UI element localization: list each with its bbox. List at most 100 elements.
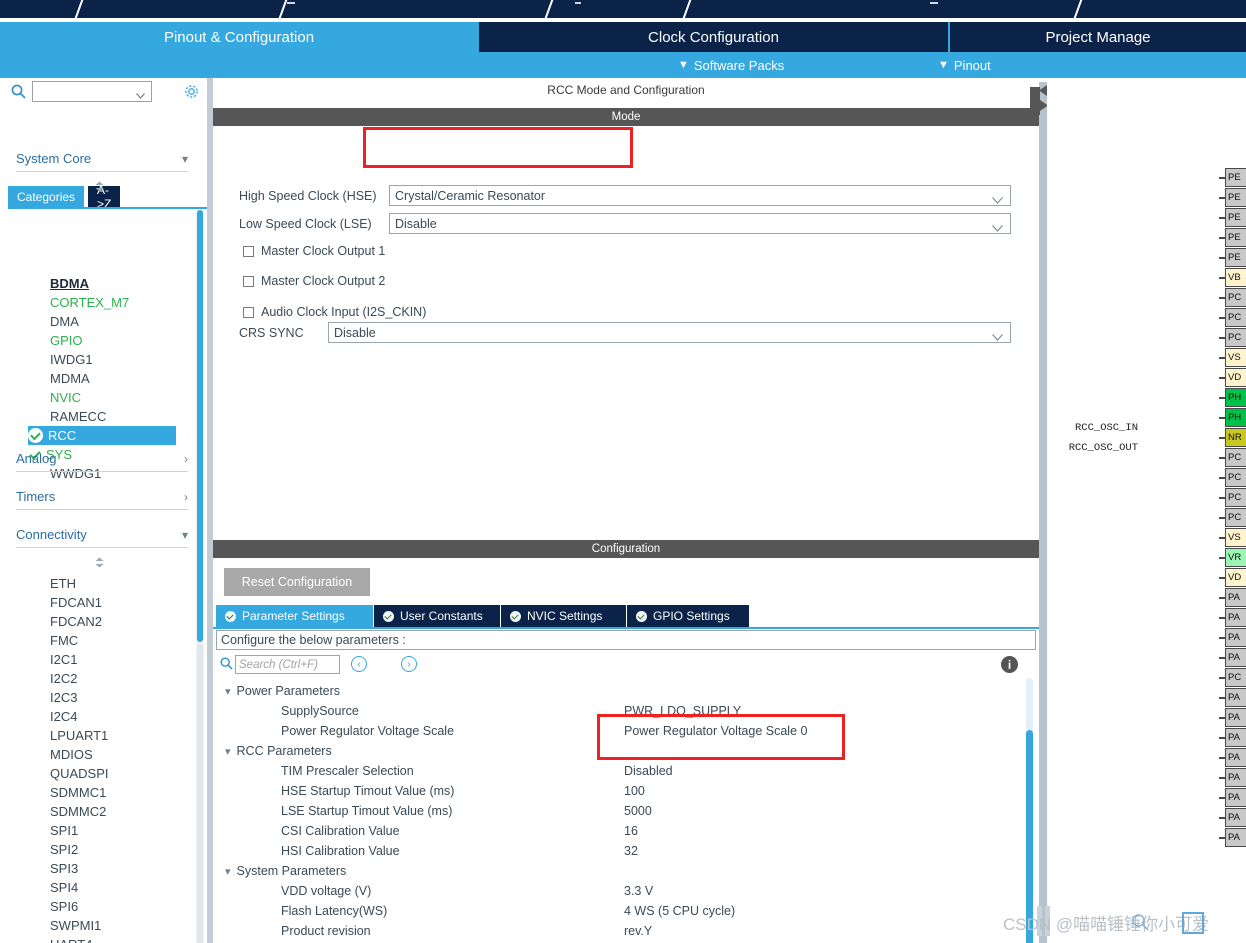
sidebar-item-iwdg1[interactable]: IWDG1: [50, 350, 93, 369]
sidebar-item-mdma[interactable]: MDMA: [50, 369, 90, 388]
tab-gpio-settings[interactable]: GPIO Settings: [627, 605, 749, 627]
tab-nvic-settings[interactable]: NVIC Settings: [501, 605, 626, 627]
lse-dropdown[interactable]: Disable: [389, 213, 1011, 234]
chip-pin[interactable]: PC: [1225, 508, 1246, 527]
sidebar-item-fdcan1[interactable]: FDCAN1: [50, 593, 102, 612]
sidebar-scrollbar-thumb-lower[interactable]: [197, 644, 203, 943]
sidebar-item-fdcan2[interactable]: FDCAN2: [50, 612, 102, 631]
sidebar-item-sdmmc2[interactable]: SDMMC2: [50, 802, 106, 821]
sidebar-item-uart4[interactable]: UART4: [50, 935, 92, 943]
chip-pinout-view[interactable]: RCC_OSC_IN RCC_OSC_OUT PE PE PE PE PE VB PC PC P…: [1047, 82, 1246, 943]
parameter-search-input[interactable]: Search (Ctrl+F): [235, 655, 340, 674]
sidebar-group-analog[interactable]: Analog ›: [16, 446, 188, 472]
hse-dropdown[interactable]: Crystal/Ceramic Resonator: [389, 185, 1011, 206]
sidebar-item-spi4[interactable]: SPI4: [50, 878, 78, 897]
chip-pin[interactable]: PA: [1225, 708, 1246, 727]
table-row[interactable]: VDD voltage (V) 3.3 V: [213, 881, 1039, 901]
chip-pin[interactable]: PA: [1225, 748, 1246, 767]
table-row[interactable]: HSI Calibration Value 32: [213, 841, 1039, 861]
tree-group-system-parameters[interactable]: ▾ System Parameters: [225, 861, 346, 881]
info-icon[interactable]: i: [1001, 656, 1018, 673]
tab-user-constants[interactable]: User Constants: [374, 605, 500, 627]
tab-project-manager[interactable]: Project Manage: [950, 22, 1246, 52]
search-next-button[interactable]: ›: [401, 656, 417, 672]
checkbox-master-clock-output-2[interactable]: Master Clock Output 2: [243, 274, 385, 288]
chip-pin[interactable]: PE: [1225, 168, 1246, 187]
chip-pin[interactable]: PE: [1225, 188, 1246, 207]
sidebar-item-swpmi1[interactable]: SWPMI1: [50, 916, 101, 935]
chip-pin[interactable]: PC: [1225, 328, 1246, 347]
table-row[interactable]: Power Regulator Voltage Scale Power Regu…: [213, 721, 1039, 741]
sidebar-item-i2c2[interactable]: I2C2: [50, 669, 77, 688]
chip-pin[interactable]: PC: [1225, 308, 1246, 327]
gear-icon[interactable]: [183, 83, 200, 100]
sidebar-group-system-core[interactable]: System Core ▾: [16, 146, 188, 172]
sidebar-scrollbar-thumb[interactable]: [197, 210, 203, 642]
scroll-updown-icon[interactable]: [93, 557, 106, 568]
chip-pin[interactable]: PA: [1225, 728, 1246, 747]
chip-pin[interactable]: PA: [1225, 588, 1246, 607]
chip-pin[interactable]: PC: [1225, 488, 1246, 507]
table-row[interactable]: TIM Prescaler Selection Disabled: [213, 761, 1039, 781]
chip-pin[interactable]: PA: [1225, 648, 1246, 667]
tree-group-rcc-parameters[interactable]: ▾ RCC Parameters: [225, 741, 332, 761]
chip-pin[interactable]: PA: [1225, 608, 1246, 627]
chip-pin[interactable]: PC: [1225, 668, 1246, 687]
chip-pin[interactable]: VR: [1225, 548, 1246, 567]
sidebar-item-quadspi[interactable]: QUADSPI: [50, 764, 109, 783]
checkbox-audio-clock-input[interactable]: Audio Clock Input (I2S_CKIN): [243, 305, 426, 319]
chip-pin[interactable]: VS: [1225, 348, 1246, 367]
chip-pin[interactable]: PA: [1225, 828, 1246, 847]
chip-pin[interactable]: PA: [1225, 768, 1246, 787]
table-row[interactable]: CSI Calibration Value 16: [213, 821, 1039, 841]
chip-pin[interactable]: PE: [1225, 248, 1246, 267]
sidebar-item-ramecc[interactable]: RAMECC: [50, 407, 106, 426]
tab-pinout-configuration[interactable]: Pinout & Configuration: [0, 22, 478, 52]
table-row[interactable]: SupplySource PWR_LDO_SUPPLY: [213, 701, 1039, 721]
sidebar-item-sdmmc1[interactable]: SDMMC1: [50, 783, 106, 802]
table-row[interactable]: LSE Startup Timout Value (ms) 5000: [213, 801, 1039, 821]
chip-pin[interactable]: VB: [1225, 268, 1246, 287]
chip-pin[interactable]: PC: [1225, 288, 1246, 307]
tab-clock-configuration[interactable]: Clock Configuration: [479, 22, 948, 52]
chip-pin[interactable]: PH: [1225, 388, 1246, 407]
sidebar-item-fmc[interactable]: FMC: [50, 631, 78, 650]
sidebar-search-input[interactable]: [32, 81, 152, 102]
chip-pin[interactable]: NR: [1225, 428, 1246, 447]
right-splitter[interactable]: [1039, 82, 1047, 943]
sidebar-item-mdios[interactable]: MDIOS: [50, 745, 93, 764]
sidebar-group-connectivity[interactable]: Connectivity ▾: [16, 522, 188, 548]
sidebar-item-nvic[interactable]: NVIC: [50, 388, 81, 407]
chip-pin[interactable]: PA: [1225, 808, 1246, 827]
chip-pin[interactable]: PE: [1225, 208, 1246, 227]
chip-pin[interactable]: PC: [1225, 468, 1246, 487]
sidebar-item-eth[interactable]: ETH: [50, 574, 76, 593]
chip-pin[interactable]: PA: [1225, 688, 1246, 707]
sidebar-item-i2c4[interactable]: I2C4: [50, 707, 77, 726]
chip-pin[interactable]: PA: [1225, 788, 1246, 807]
sidebar-item-cortex-m7[interactable]: CORTEX_M7: [50, 293, 129, 312]
chip-pin[interactable]: VD: [1225, 568, 1246, 587]
table-row[interactable]: Flash Latency(WS) 4 WS (5 CPU cycle): [213, 901, 1039, 921]
tree-group-power-parameters[interactable]: ▾ Power Parameters: [225, 681, 340, 701]
chip-pin[interactable]: VD: [1225, 368, 1246, 387]
sidebar-item-lpuart1[interactable]: LPUART1: [50, 726, 108, 745]
chip-pin[interactable]: PH: [1225, 408, 1246, 427]
sidebar-item-spi3[interactable]: SPI3: [50, 859, 78, 878]
sidebar-item-i2c3[interactable]: I2C3: [50, 688, 77, 707]
table-row[interactable]: HSE Startup Timout Value (ms) 100: [213, 781, 1039, 801]
chip-pin[interactable]: VS: [1225, 528, 1246, 547]
scroll-updown-icon[interactable]: [93, 181, 106, 192]
chip-pin[interactable]: PE: [1225, 228, 1246, 247]
chip-pin[interactable]: PA: [1225, 628, 1246, 647]
tab-parameter-settings[interactable]: Parameter Settings: [216, 605, 373, 627]
chip-pin[interactable]: PC: [1225, 448, 1246, 467]
menu-software-packs[interactable]: ▼ Software Packs: [678, 52, 784, 78]
checkbox-master-clock-output-1[interactable]: Master Clock Output 1: [243, 244, 385, 258]
crs-sync-dropdown[interactable]: Disable: [328, 322, 1011, 343]
sidebar-item-dma[interactable]: DMA: [50, 312, 79, 331]
reset-configuration-button[interactable]: Reset Configuration: [224, 568, 370, 596]
sidebar-item-spi6[interactable]: SPI6: [50, 897, 78, 916]
table-row[interactable]: Product revision rev.Y: [213, 921, 1039, 941]
menu-pinout[interactable]: ▼ Pinout: [938, 52, 991, 78]
